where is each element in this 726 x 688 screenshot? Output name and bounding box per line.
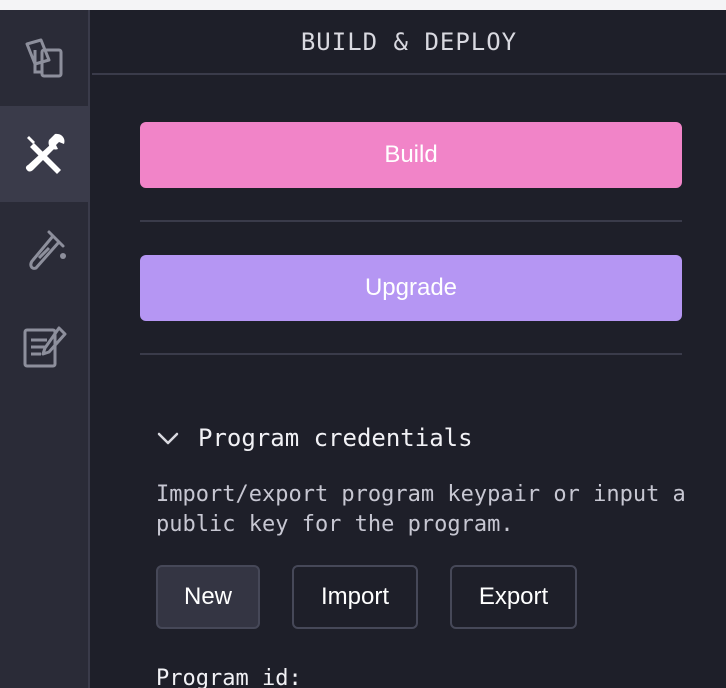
program-id-label: Program id: (156, 666, 302, 688)
panel-title: BUILD & DEPLOY (92, 10, 726, 75)
new-keypair-button[interactable]: New (156, 565, 260, 629)
divider (140, 353, 682, 355)
test-tube-icon (29, 230, 66, 270)
sidebar-item-tutorials[interactable] (0, 298, 90, 394)
activity-sidebar (0, 10, 90, 688)
window-top-strip (0, 0, 726, 10)
program-credentials-toggle[interactable]: Program credentials (156, 420, 473, 456)
document-edit-icon (23, 326, 67, 368)
sidebar-item-test[interactable] (0, 202, 90, 298)
files-icon (25, 38, 63, 78)
upgrade-button[interactable]: Upgrade (140, 255, 682, 321)
section-description: Import/export program keypair or input a… (156, 482, 686, 537)
export-keypair-button[interactable]: Export (450, 565, 577, 629)
chevron-down-icon (157, 432, 179, 445)
build-tools-icon (25, 133, 65, 174)
build-deploy-panel: BUILD & DEPLOY Build Upgrade Program cre… (92, 10, 726, 688)
divider (140, 220, 682, 222)
import-keypair-button[interactable]: Import (292, 565, 418, 629)
section-title: Program credentials (198, 424, 473, 452)
sidebar-item-build-deploy[interactable] (0, 106, 90, 202)
build-button[interactable]: Build (140, 122, 682, 188)
sidebar-item-explorer[interactable] (0, 10, 90, 106)
